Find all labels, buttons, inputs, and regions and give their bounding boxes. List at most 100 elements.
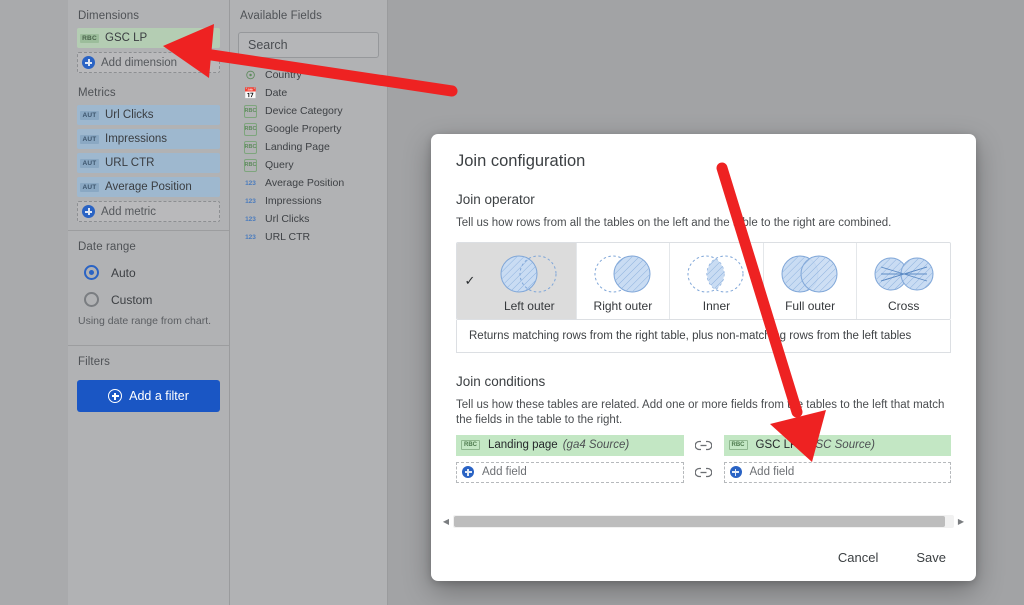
field-item-landing-page[interactable]: RBC Landing Page <box>230 138 387 156</box>
calendar-icon: 📅 <box>244 87 257 100</box>
field-item-query[interactable]: RBC Query <box>230 156 387 174</box>
join-operator-cross[interactable]: Cross <box>856 243 950 319</box>
dimensions-heading: Dimensions <box>68 0 229 28</box>
join-conditions-description: Tell us how these tables are related. Ad… <box>456 398 951 429</box>
plus-icon <box>730 466 742 478</box>
field-item-label: Landing Page <box>265 141 330 153</box>
field-item-label: Impressions <box>265 195 322 207</box>
chart-properties-panel: Dimensions RBC GSC LP Add dimension Metr… <box>68 0 230 605</box>
plus-icon <box>82 56 95 69</box>
link-icon <box>684 467 724 478</box>
add-field-right-button[interactable]: Add field <box>724 462 952 483</box>
abc-icon: RBC <box>729 440 748 450</box>
radio-icon <box>84 265 99 280</box>
globe-icon: ☉ <box>244 69 257 82</box>
join-operator-inner[interactable]: Inner <box>669 243 763 319</box>
add-metric-label: Add metric <box>101 206 156 218</box>
check-icon: ✓ <box>457 243 483 319</box>
join-operator-left-outer[interactable]: Left outer <box>483 243 576 319</box>
join-condition-left-source: (ga4 Source) <box>563 439 629 451</box>
metrics-heading: Metrics <box>68 77 229 105</box>
number-icon: 123 <box>244 231 257 244</box>
search-input[interactable]: Search <box>238 32 379 58</box>
join-condition-left-field[interactable]: RBC Landing page (ga4 Source) <box>456 435 684 456</box>
join-condition-row: Add field Add field <box>456 462 951 483</box>
join-operator-right-outer[interactable]: Right outer <box>576 243 670 319</box>
number-icon: 123 <box>244 177 257 190</box>
metric-chip-impressions[interactable]: AUT Impressions <box>77 129 220 149</box>
dialog-footer: Cancel Save <box>431 533 976 581</box>
metric-chip-average-position[interactable]: AUT Average Position <box>77 177 220 197</box>
abc-icon: RBC <box>80 34 99 43</box>
filters-heading: Filters <box>68 346 229 374</box>
date-range-option-label: Auto <box>111 266 136 280</box>
add-a-filter-label: Add a filter <box>129 389 189 403</box>
join-condition-right-source: (GSC Source) <box>803 439 875 451</box>
add-dimension-label: Add dimension <box>101 57 177 69</box>
metric-chip-label: Url Clicks <box>105 109 154 121</box>
join-conditions-heading: Join conditions <box>456 374 951 389</box>
scroll-left-icon[interactable]: ◀ <box>439 517 453 526</box>
field-item-label: Query <box>265 159 294 171</box>
metric-chip-url-clicks[interactable]: AUT Url Clicks <box>77 105 220 125</box>
available-fields-heading: Available Fields <box>230 0 387 28</box>
abc-icon: RBC <box>244 159 257 172</box>
dimension-chip-label: GSC LP <box>105 32 147 44</box>
join-operator-selected-description: Returns matching rows from the right tab… <box>456 320 951 353</box>
horizontal-scrollbar[interactable]: ◀ ▶ <box>439 514 968 529</box>
add-dimension-button[interactable]: Add dimension <box>77 52 220 73</box>
field-item-url-ctr[interactable]: 123 URL CTR <box>230 228 387 246</box>
join-operator-full-outer[interactable]: Full outer <box>763 243 857 319</box>
scrollbar-track[interactable] <box>453 515 954 528</box>
abc-icon: RBC <box>461 440 480 450</box>
join-operator-options: ✓ Left outer <box>456 242 951 320</box>
join-operator-label: Right outer <box>594 299 653 313</box>
venn-full-outer-icon <box>773 253 847 295</box>
add-field-left-button[interactable]: Add field <box>456 462 684 483</box>
venn-right-outer-icon <box>586 253 660 295</box>
join-condition-right-field[interactable]: RBC GSC LP (GSC Source) <box>724 435 952 456</box>
link-glyph <box>695 467 712 478</box>
join-operator-label: Inner <box>703 299 730 313</box>
number-icon: 123 <box>244 195 257 208</box>
radio-icon <box>84 292 99 307</box>
dimension-chip-gsc-lp[interactable]: RBC GSC LP <box>77 28 220 48</box>
join-operator-label: Full outer <box>785 299 835 313</box>
join-configuration-dialog: Join configuration Join operator Tell us… <box>431 134 976 581</box>
join-operator-label: Cross <box>888 299 919 313</box>
scrollbar-thumb[interactable] <box>454 516 945 527</box>
metric-chip-url-ctr[interactable]: AUT URL CTR <box>77 153 220 173</box>
dialog-title: Join configuration <box>431 134 976 171</box>
venn-inner-icon <box>679 253 753 295</box>
plus-icon <box>82 205 95 218</box>
date-range-option-auto[interactable]: Auto <box>68 259 229 286</box>
field-item-url-clicks[interactable]: 123 Url Clicks <box>230 210 387 228</box>
abc-icon: RBC <box>244 123 257 136</box>
number-icon: 123 <box>244 213 257 226</box>
field-item-google-property[interactable]: RBC Google Property <box>230 120 387 138</box>
add-metric-button[interactable]: Add metric <box>77 201 220 222</box>
abc-icon: RBC <box>244 105 257 118</box>
field-item-label: Country <box>265 69 302 81</box>
left-rail <box>0 0 68 605</box>
field-item-country[interactable]: ☉ Country <box>230 66 387 84</box>
aut-icon: AUT <box>80 183 99 192</box>
join-condition-right-label: GSC LP <box>756 439 798 451</box>
join-operator-heading: Join operator <box>456 192 951 207</box>
field-item-impressions[interactable]: 123 Impressions <box>230 192 387 210</box>
field-item-date[interactable]: 📅 Date <box>230 84 387 102</box>
date-range-hint: Using date range from chart. <box>68 313 229 337</box>
scroll-right-icon[interactable]: ▶ <box>954 517 968 526</box>
field-item-device-category[interactable]: RBC Device Category <box>230 102 387 120</box>
date-range-option-label: Custom <box>111 293 152 307</box>
metric-chip-label: Average Position <box>105 181 192 193</box>
aut-icon: AUT <box>80 159 99 168</box>
field-item-label: Date <box>265 87 287 99</box>
date-range-option-custom[interactable]: Custom <box>68 286 229 313</box>
save-button[interactable]: Save <box>910 544 952 571</box>
cancel-button[interactable]: Cancel <box>832 544 884 571</box>
add-a-filter-button[interactable]: Add a filter <box>77 380 220 412</box>
field-item-average-position[interactable]: 123 Average Position <box>230 174 387 192</box>
search-placeholder: Search <box>248 38 288 52</box>
add-field-left-label: Add field <box>482 466 527 478</box>
